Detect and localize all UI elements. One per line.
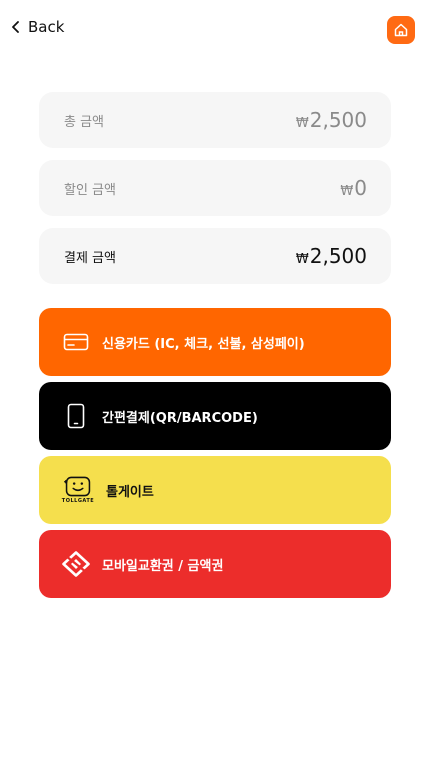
currency-symbol: ₩ <box>295 116 309 131</box>
credit-card-button[interactable]: 신용카드 (IC, 체크, 선불, 삼성페이) <box>39 308 391 376</box>
amount-summary: 총 금액 ₩ 2,500 할인 금액 ₩ 0 결제 금액 ₩ 2,500 <box>39 92 391 296</box>
tollgate-logo-icon: TOLLGATE <box>62 476 94 504</box>
easy-pay-label: 간편결제(QR/BARCODE) <box>102 410 258 426</box>
back-button[interactable]: Back <box>10 18 64 36</box>
discount-amount-row: 할인 금액 ₩ 0 <box>39 160 391 216</box>
credit-card-icon <box>62 328 90 356</box>
payment-amount-label: 결제 금액 <box>64 250 116 266</box>
currency-symbol: ₩ <box>340 184 354 199</box>
payment-methods: 신용카드 (IC, 체크, 선불, 삼성페이) 간편결제(QR/BARCODE)… <box>39 308 391 604</box>
tollgate-button[interactable]: TOLLGATE 톨게이트 <box>39 456 391 524</box>
smartphone-icon <box>62 402 90 430</box>
total-amount-value: ₩ 2,500 <box>296 108 367 132</box>
tollgate-logo-text: TOLLGATE <box>61 498 95 504</box>
easy-pay-button[interactable]: 간편결제(QR/BARCODE) <box>39 382 391 450</box>
voucher-icon <box>62 550 90 578</box>
total-amount-row: 총 금액 ₩ 2,500 <box>39 92 391 148</box>
discount-amount-number: 0 <box>354 176 367 200</box>
total-amount-number: 2,500 <box>309 108 367 132</box>
top-bar: Back <box>0 0 431 60</box>
back-label: Back <box>28 18 65 36</box>
total-amount-label: 총 금액 <box>64 114 105 130</box>
discount-amount-value: ₩ 0 <box>340 176 367 200</box>
chevron-left-icon <box>12 21 19 33</box>
tollgate-label: 톨게이트 <box>106 484 154 500</box>
payment-amount-value: ₩ 2,500 <box>296 244 367 268</box>
payment-amount-row: 결제 금액 ₩ 2,500 <box>39 228 391 284</box>
currency-symbol: ₩ <box>295 252 309 267</box>
mobile-voucher-button[interactable]: 모바일교환권 / 금액권 <box>39 530 391 598</box>
home-icon <box>394 23 408 37</box>
payment-amount-number: 2,500 <box>309 244 367 268</box>
credit-card-label: 신용카드 (IC, 체크, 선불, 삼성페이) <box>102 336 305 352</box>
mobile-voucher-label: 모바일교환권 / 금액권 <box>102 558 224 574</box>
discount-amount-label: 할인 금액 <box>64 182 116 198</box>
home-button[interactable] <box>387 16 415 44</box>
